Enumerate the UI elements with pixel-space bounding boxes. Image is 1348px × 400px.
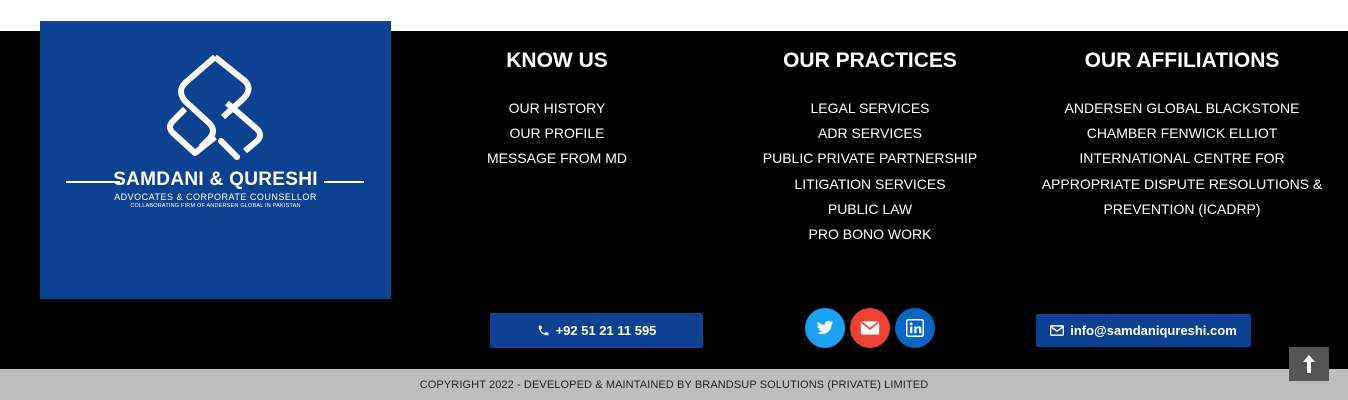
footer-link-litigation-services[interactable]: LITIGATION SERVICES (740, 172, 1000, 197)
footer-link-adr-services[interactable]: ADR SERVICES (740, 121, 1000, 146)
phone-number: +92 51 21 11 595 (555, 323, 657, 338)
practices-heading: OUR PRACTICES (783, 49, 957, 72)
logo-tagline: ADVOCATES & CORPORATE COUNSELLOR (114, 192, 317, 202)
twitter-button[interactable] (805, 308, 845, 348)
email-address: info@samdaniqureshi.com (1070, 323, 1237, 338)
copyright-bar: COPYRIGHT 2022 - DEVELOPED & MAINTAINED … (0, 369, 1348, 400)
copyright-text: COPYRIGHT 2022 - DEVELOPED & MAINTAINED … (419, 378, 929, 391)
envelope-icon (860, 321, 880, 335)
logo-monogram-icon (167, 54, 263, 160)
footer-link-public-law[interactable]: PUBLIC LAW (740, 197, 1000, 222)
envelope-icon (1050, 325, 1065, 336)
affiliation-line: CHAMBER FENWICK ELLIOT (1086, 125, 1278, 142)
know-us-heading: KNOW US (506, 49, 608, 72)
affiliation-line: PREVENTION (ICADRP) (1103, 200, 1261, 217)
phone-button[interactable]: +92 51 21 11 595 (490, 313, 703, 348)
footer-link-pro-bono-work[interactable]: PRO BONO WORK (740, 222, 1000, 247)
practices-list: LEGAL SERVICES ADR SERVICES PUBLIC PRIVA… (740, 96, 1000, 247)
footer-link-legal-services[interactable]: LEGAL SERVICES (740, 96, 1000, 121)
logo-subline: COLLABORATING FIRM OF ANDERSEN GLOBAL IN… (130, 203, 301, 209)
footer-link-public-private-partnership[interactable]: PUBLIC PRIVATE PARTNERSHIP (740, 146, 1000, 171)
know-us-list: OUR HISTORY OUR PROFILE MESSAGE FROM MD (447, 96, 667, 172)
arrow-up-icon (1303, 355, 1315, 373)
linkedin-button[interactable] (895, 308, 935, 348)
company-logo[interactable]: SAMDANI & QURESHI ADVOCATES & CORPORATE … (40, 21, 391, 299)
affiliation-line: ANDERSEN GLOBAL BLACKSTONE (1064, 100, 1300, 116)
footer-link-our-profile[interactable]: OUR PROFILE (447, 121, 667, 146)
linkedin-icon (906, 319, 924, 337)
email-social-button[interactable] (850, 308, 890, 348)
twitter-icon (816, 320, 834, 335)
logo-company-name: SAMDANI & QURESHI (113, 169, 318, 190)
affiliations-list: ANDERSEN GLOBAL BLACKSTONE CHAMBER FENWI… (1032, 96, 1332, 222)
footer-link-our-history[interactable]: OUR HISTORY (447, 96, 667, 121)
email-button[interactable]: info@samdaniqureshi.com (1036, 314, 1251, 347)
affiliation-line: APPROPRIATE DISPUTE RESOLUTIONS & (1041, 175, 1323, 192)
footer-link-message-from-md[interactable]: MESSAGE FROM MD (447, 146, 667, 171)
affiliation-line: INTERNATIONAL CENTRE FOR (1079, 150, 1285, 167)
phone-icon (538, 325, 548, 336)
scroll-to-top-button[interactable] (1289, 347, 1329, 381)
affiliations-heading: OUR AFFILIATIONS (1084, 49, 1280, 72)
